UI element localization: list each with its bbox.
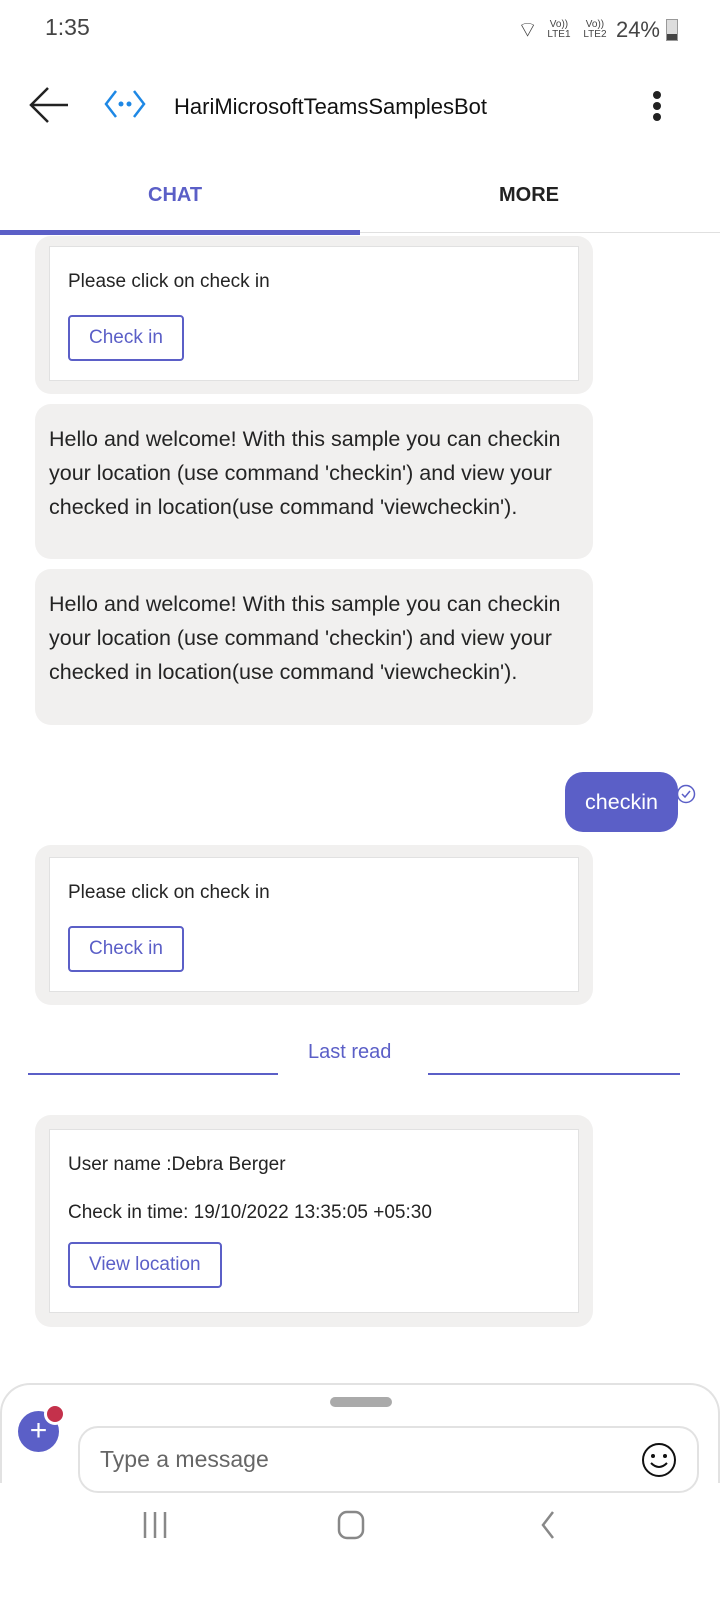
battery-icon <box>666 19 678 41</box>
more-options-icon[interactable] <box>650 90 664 122</box>
last-read-label: Last read <box>308 1041 392 1063</box>
last-read-line <box>28 1073 278 1075</box>
check-in-button[interactable]: Check in <box>68 926 184 972</box>
tab-more[interactable]: MORE <box>499 184 559 207</box>
message-placeholder: Type a message <box>100 1446 269 1472</box>
bot-card-message: Please click on check in Check in <box>35 236 593 394</box>
network-1: Vo)) LTE1 <box>547 19 571 40</box>
view-location-button[interactable]: View location <box>68 1242 222 1288</box>
status-time: 1:35 <box>45 14 90 40</box>
bot-text-message: Hello and welcome! With this sample you … <box>35 569 593 725</box>
bot-icon <box>104 90 146 118</box>
battery-level: 24% <box>615 17 660 42</box>
tab-indicator <box>0 230 360 235</box>
chat-title: HariMicrosoftTeamsSamplesBot <box>174 94 487 119</box>
notification-dot <box>44 1403 66 1425</box>
bot-card-message: User name :Debra Berger Check in time: 1… <box>35 1115 593 1327</box>
emoji-icon[interactable] <box>641 1442 677 1478</box>
nav-back-icon[interactable] <box>538 1510 558 1540</box>
user-name: User name :Debra Berger <box>68 1154 286 1175</box>
recent-apps-icon[interactable] <box>142 1510 168 1540</box>
tab-chat[interactable]: CHAT <box>148 184 202 207</box>
network-2: Vo)) LTE2 <box>583 19 607 40</box>
wifi-icon: ⌔ <box>517 17 538 42</box>
bot-text-message: Hello and welcome! With this sample you … <box>35 404 593 559</box>
checkin-time: Check in time: 19/10/2022 13:35:05 +05:3… <box>68 1202 432 1223</box>
message-input[interactable]: Type a message <box>78 1426 699 1493</box>
checkin-details-card: User name :Debra Berger Check in time: 1… <box>49 1129 579 1313</box>
back-arrow-icon[interactable] <box>28 86 70 124</box>
bot-card-message: Please click on check in Check in <box>35 845 593 1005</box>
card-text: Please click on check in <box>68 271 270 292</box>
status-icons: ⌔ Vo)) LTE1 Vo)) LTE2 24% <box>517 16 678 44</box>
check-in-button[interactable]: Check in <box>68 315 184 361</box>
drag-handle[interactable] <box>330 1397 392 1407</box>
delivered-check-icon <box>676 784 696 804</box>
last-read-line <box>428 1073 680 1075</box>
adaptive-card: Please click on check in Check in <box>49 857 579 992</box>
adaptive-card: Please click on check in Check in <box>49 246 579 381</box>
card-text: Please click on check in <box>68 882 270 903</box>
home-icon[interactable] <box>336 1510 366 1540</box>
sent-message: checkin <box>565 772 678 832</box>
